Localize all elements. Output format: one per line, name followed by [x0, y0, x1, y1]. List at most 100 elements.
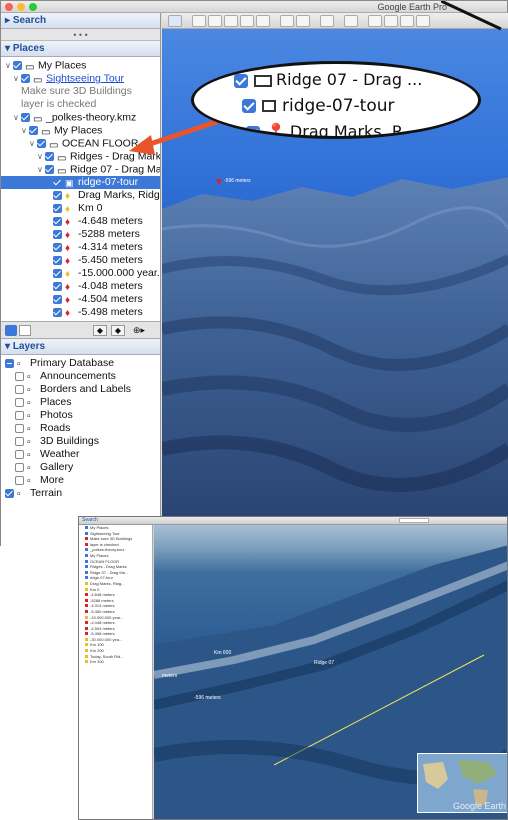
layers-tree-item[interactable]: ▫ More [1, 474, 160, 487]
red-pin-icon[interactable]: ▼ [214, 177, 224, 188]
move-up-button[interactable]: ◆ [93, 325, 107, 336]
pane-grip[interactable]: • • • [1, 29, 160, 41]
places-tree-item[interactable]: ♦ Km 0 [1, 202, 160, 215]
places-tree-item[interactable]: ♦ Drag Marks, Ridg... [1, 189, 160, 202]
visibility-checkbox[interactable] [45, 152, 54, 161]
places-tree-item[interactable]: ♦ -5.450 meters [1, 254, 160, 267]
visibility-checkbox[interactable] [21, 113, 30, 122]
visibility-checkbox[interactable] [53, 294, 62, 304]
places-tree-item[interactable]: ∨ ▭ My Places [1, 59, 160, 72]
email-button[interactable] [344, 15, 358, 27]
layer-checkbox[interactable] [15, 384, 24, 394]
save-image-button[interactable] [384, 15, 398, 27]
places-tree-item[interactable]: ♦ -4.314 meters [1, 241, 160, 254]
visibility-checkbox[interactable] [13, 61, 22, 70]
layer-checkbox[interactable] [15, 475, 24, 485]
layer-checkbox[interactable] [15, 462, 24, 472]
layers-tree-item[interactable]: ▫ Terrain [1, 487, 160, 500]
visibility-checkbox[interactable] [53, 268, 62, 278]
visibility-checkbox[interactable] [53, 255, 62, 265]
s2-minimap: Google Earth [417, 753, 507, 813]
search-places-button[interactable] [5, 325, 17, 336]
visibility-checkbox[interactable] [53, 216, 62, 226]
layer-checkbox[interactable] [5, 358, 14, 368]
s2-earth-viewport[interactable]: meters -596 meters Km 600 Ridge 07 Googl… [154, 525, 507, 819]
layer-icon: ▫ [27, 462, 31, 475]
places-tree-item[interactable]: ♦ -15.000.000 year... [1, 267, 160, 280]
layers-tree-item[interactable]: ▫ Gallery [1, 461, 160, 474]
places-tree-item[interactable]: ∨ ▭ Sightseeing Tour [1, 72, 160, 85]
close-window-button[interactable] [5, 3, 13, 11]
historical-imagery-button[interactable] [280, 15, 294, 27]
print-button[interactable] [368, 15, 382, 27]
layers-tree-item[interactable]: ▫ Roads [1, 422, 160, 435]
visibility-checkbox[interactable] [53, 229, 62, 239]
visibility-checkbox[interactable] [45, 165, 54, 174]
places-tree-item[interactable]: ♦ -5288 meters [1, 228, 160, 241]
layers-tree-item[interactable]: ▫ Announcements [1, 370, 160, 383]
visibility-checkbox[interactable] [53, 242, 62, 252]
placemark-button[interactable] [192, 15, 206, 27]
places-tree-item[interactable]: ♦ -4.048 meters [1, 280, 160, 293]
visibility-checkbox[interactable] [53, 190, 62, 200]
sun-button[interactable] [296, 15, 310, 27]
visibility-checkbox[interactable] [53, 203, 62, 213]
ruler-button[interactable] [320, 15, 334, 27]
visibility-checkbox[interactable] [37, 139, 46, 148]
disclosure-chevron-icon[interactable]: ∨ [37, 150, 45, 163]
layer-icon: ▫ [27, 449, 31, 462]
layer-checkbox[interactable] [5, 488, 14, 498]
layer-icon: ▫ [27, 410, 31, 423]
layer-checkbox[interactable] [15, 397, 24, 407]
move-down-button[interactable]: ◆ [111, 325, 125, 336]
s2-signin-button[interactable] [399, 518, 429, 523]
polygon-button[interactable] [208, 15, 222, 27]
earth-button[interactable] [416, 15, 430, 27]
s2-tree-item[interactable]: Km 300 [79, 659, 152, 665]
s2-row-label: -5.450 meters [90, 608, 115, 614]
layers-tree-item[interactable]: ▫ Primary Database [1, 357, 160, 370]
search-panel-header[interactable]: ▸ Search [1, 13, 160, 29]
disclosure-chevron-icon[interactable]: ∨ [21, 124, 29, 137]
places-tree-item[interactable]: ♦ -4.504 meters [1, 293, 160, 306]
layers-tree-item[interactable]: ▫ Weather [1, 448, 160, 461]
layer-checkbox[interactable] [15, 410, 24, 420]
places-panel-header[interactable]: ▾ Places [1, 41, 160, 57]
disclosure-chevron-icon[interactable]: ∨ [29, 137, 37, 150]
layers-panel-header[interactable]: ▾ Layers [1, 339, 160, 355]
layer-checkbox[interactable] [15, 436, 24, 446]
minimize-window-button[interactable] [17, 3, 25, 11]
layers-tree: ▫ Primary Database ▫ Announcements ▫ Borders … [1, 355, 160, 500]
maps-button[interactable] [400, 15, 414, 27]
selected-tree-item[interactable]: ▣ ridge-07-tour [1, 176, 160, 189]
layer-checkbox[interactable] [15, 371, 24, 381]
s2-row-label: -4.648 meters [90, 592, 115, 598]
s2-row-icon [85, 576, 88, 580]
layers-tree-item[interactable]: ▫ Places [1, 396, 160, 409]
visibility-checkbox[interactable] [53, 307, 62, 317]
tour-play-icon[interactable]: ⊕▸ [133, 325, 151, 336]
places-tree-item[interactable]: ∨ ▭Ridge 07 - Drag Ma... [1, 163, 160, 176]
disclosure-chevron-icon[interactable]: ∨ [13, 72, 21, 85]
places-tree-item[interactable]: ♦ -4.648 meters [1, 215, 160, 228]
layers-tree-item[interactable]: ▫ Borders and Labels [1, 383, 160, 396]
zoom-window-button[interactable] [29, 3, 37, 11]
layers-tree-item[interactable]: ▫ Photos [1, 409, 160, 422]
places-tree-item[interactable]: ♦ -5.498 meters [1, 306, 160, 319]
visibility-checkbox[interactable] [53, 281, 62, 291]
disclosure-chevron-icon[interactable]: ∨ [5, 59, 13, 72]
path-button[interactable] [224, 15, 238, 27]
disclosure-chevron-icon[interactable]: ∨ [37, 163, 45, 176]
visibility-checkbox[interactable] [53, 177, 62, 187]
image-overlay-button[interactable] [240, 15, 254, 27]
visibility-checkbox[interactable] [29, 126, 38, 135]
visibility-checkbox[interactable] [21, 74, 30, 83]
disclosure-chevron-icon[interactable]: ∨ [13, 111, 21, 124]
toggle-view-button[interactable] [19, 325, 31, 336]
layers-tree-item[interactable]: ▫ 3D Buildings [1, 435, 160, 448]
record-tour-button[interactable] [256, 15, 270, 27]
s2-row-icon [85, 559, 88, 563]
layer-checkbox[interactable] [15, 449, 24, 459]
layer-checkbox[interactable] [15, 423, 24, 433]
sidebar-toggle-button[interactable] [168, 15, 182, 27]
